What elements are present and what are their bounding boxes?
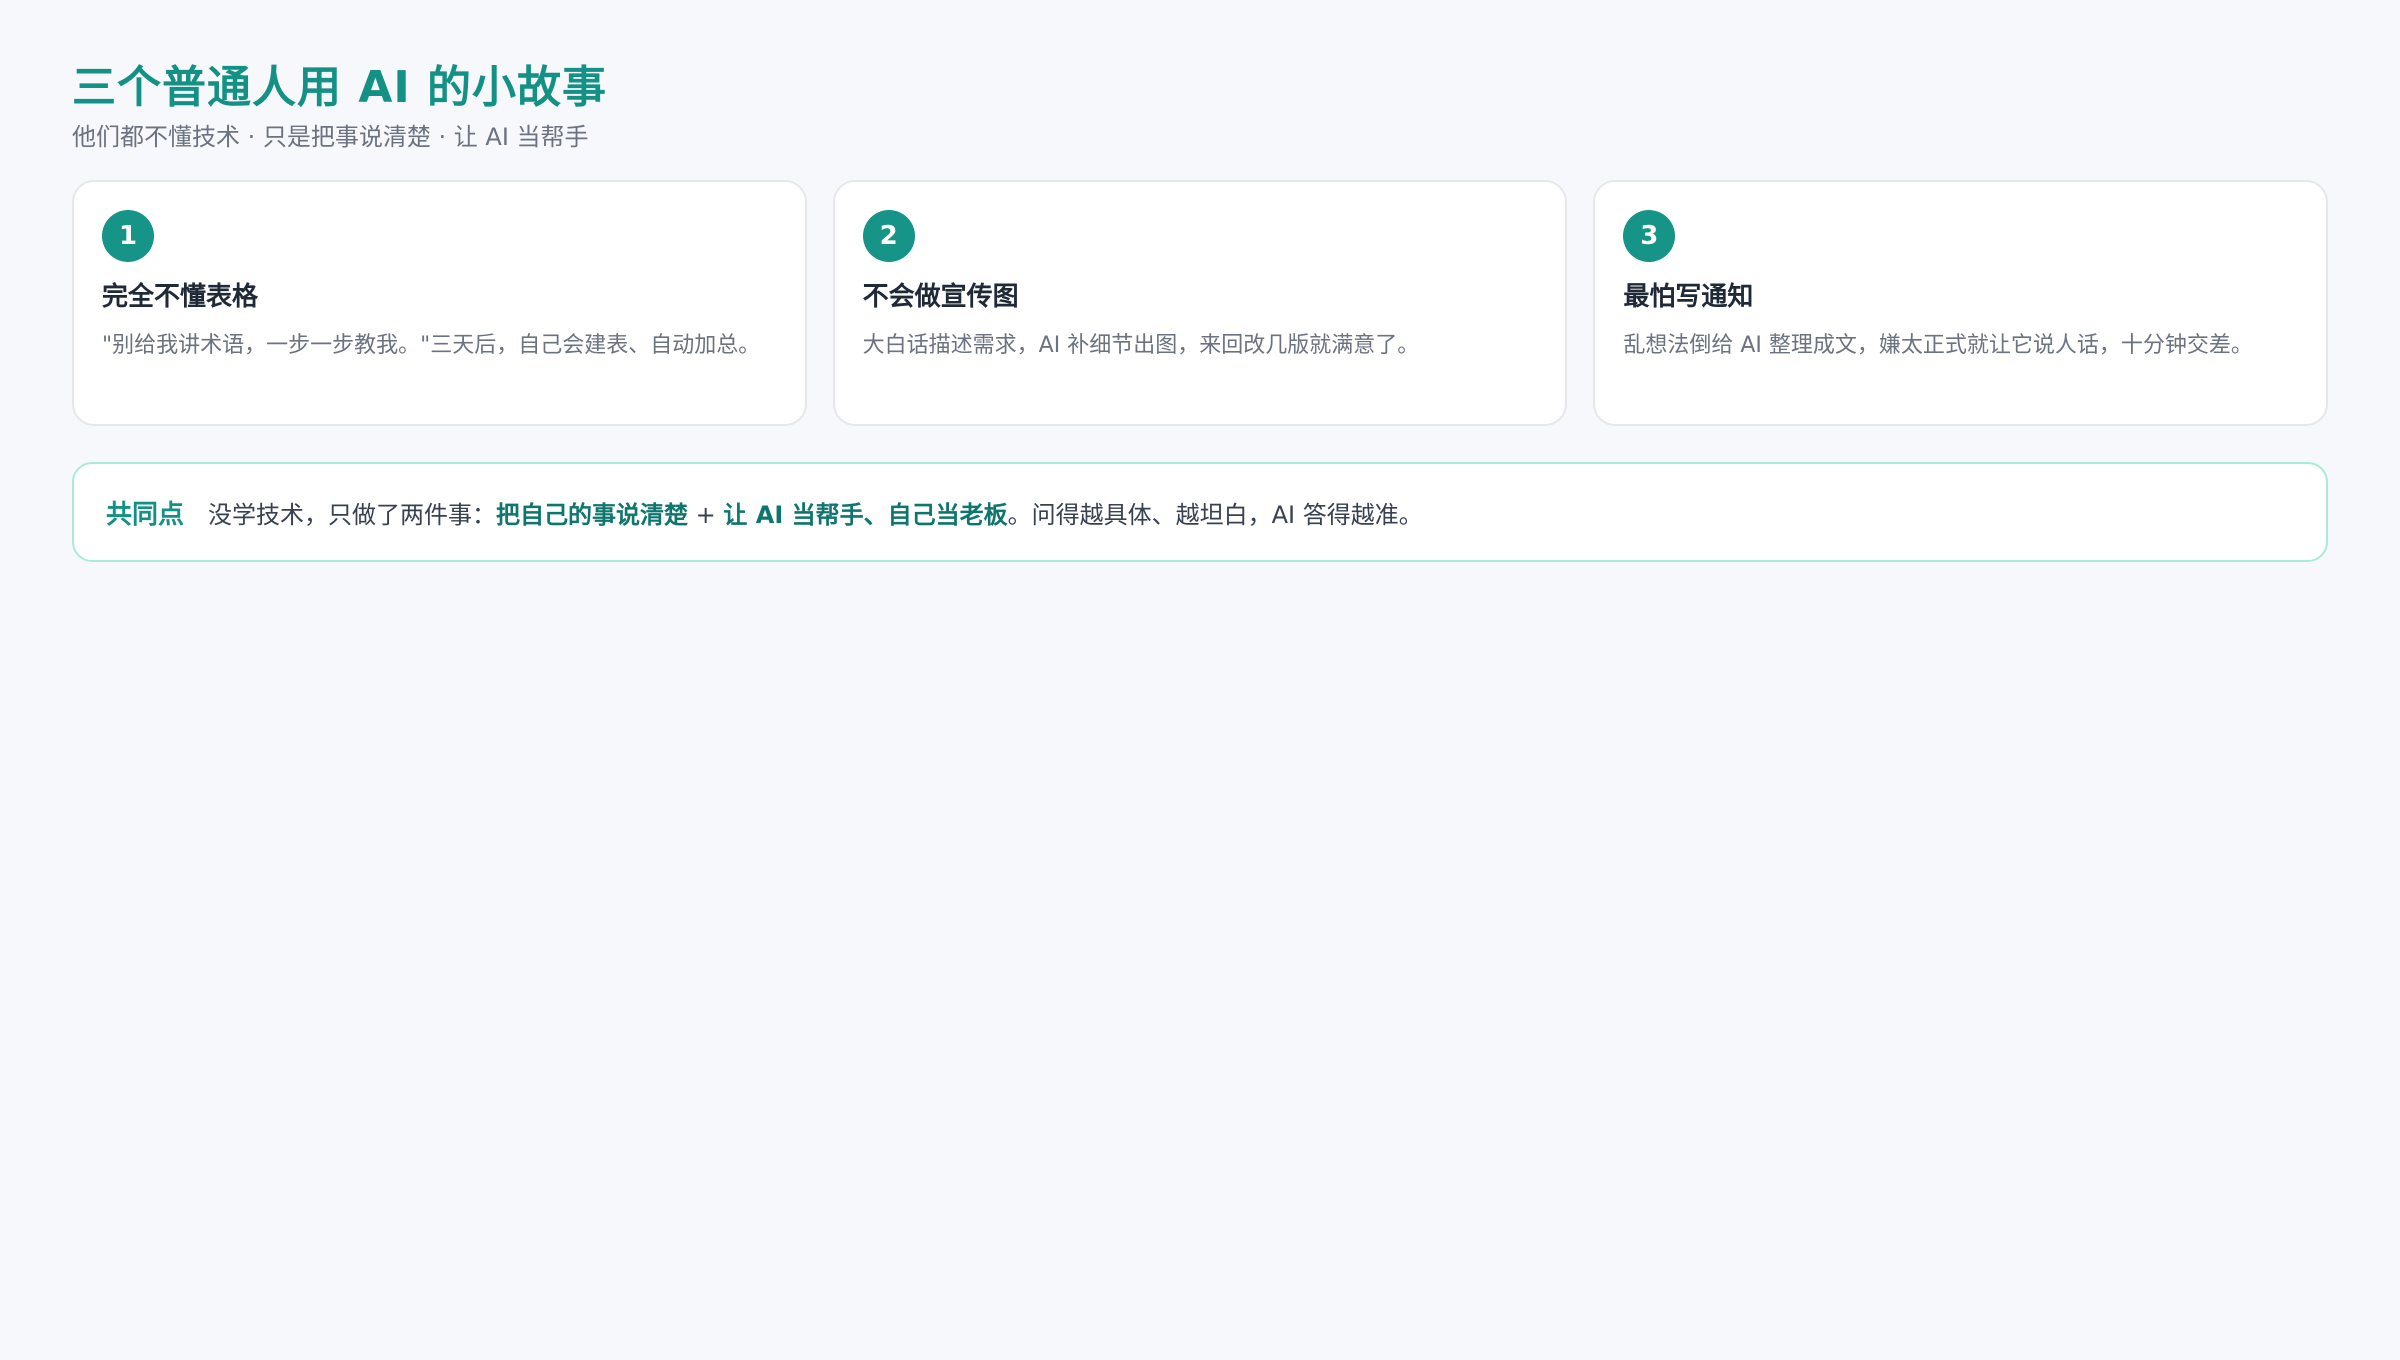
number-badge: 1 (102, 210, 154, 262)
number-badge: 2 (862, 210, 915, 262)
card-title: 完全不懂表格 (102, 282, 259, 312)
page-title: 三个普通人用 AI 的小故事 (72, 62, 608, 113)
card-title: 最怕写通知 (1623, 282, 1754, 312)
page: 三个普通人用 AI 的小故事 他们都不懂技术 · 只是把事说清楚 · 让 AI … (72, 60, 2329, 562)
number-badge: 3 (1623, 210, 1676, 262)
story-cards: 1 完全不懂表格 "别给我讲术语，一步一步教我。"三天后，自己会建表、自动加总。… (72, 180, 2329, 426)
common-point-box: 共同点 没学技术，只做了两件事：把自己的事说清楚 + 让 AI 当帮手、自己当老… (72, 462, 2328, 562)
story-card-3: 3 最怕写通知 乱想法倒给 AI 整理成文，嫌太正式就让它说人话，十分钟交差。 (1593, 180, 2329, 426)
story-card-2: 2 不会做宣传图 大白话描述需求，AI 补细节出图，来回改几版就满意了。 (832, 180, 1568, 426)
common-text-after: 。问得越具体、越坦白，AI 答得越准。 (1007, 500, 1423, 529)
card-description: 乱想法倒给 AI 整理成文，嫌太正式就让它说人话，十分钟交差。 (1623, 333, 2253, 358)
common-text-before: 没学技术，只做了两件事： (208, 500, 497, 529)
highlight-ai-helper: 让 AI 当帮手、自己当老板 (723, 500, 1008, 529)
highlight-speak-clearly: 把自己的事说清楚 (496, 500, 689, 529)
common-point-label: 共同点 (106, 499, 185, 530)
plus-sign: + (688, 500, 724, 529)
story-card-1: 1 完全不懂表格 "别给我讲术语，一步一步教我。"三天后，自己会建表、自动加总。 (72, 180, 807, 426)
card-description: "别给我讲术语，一步一步教我。"三天后，自己会建表、自动加总。 (102, 333, 761, 358)
page-subtitle: 他们都不懂技术 · 只是把事说清楚 · 让 AI 当帮手 (72, 123, 589, 151)
common-point-text: 没学技术，只做了两件事：把自己的事说清楚 + 让 AI 当帮手、自己当老板。问得… (208, 495, 1423, 530)
card-title: 不会做宣传图 (862, 282, 1019, 312)
card-description: 大白话描述需求，AI 补细节出图，来回改几版就满意了。 (862, 333, 1420, 358)
